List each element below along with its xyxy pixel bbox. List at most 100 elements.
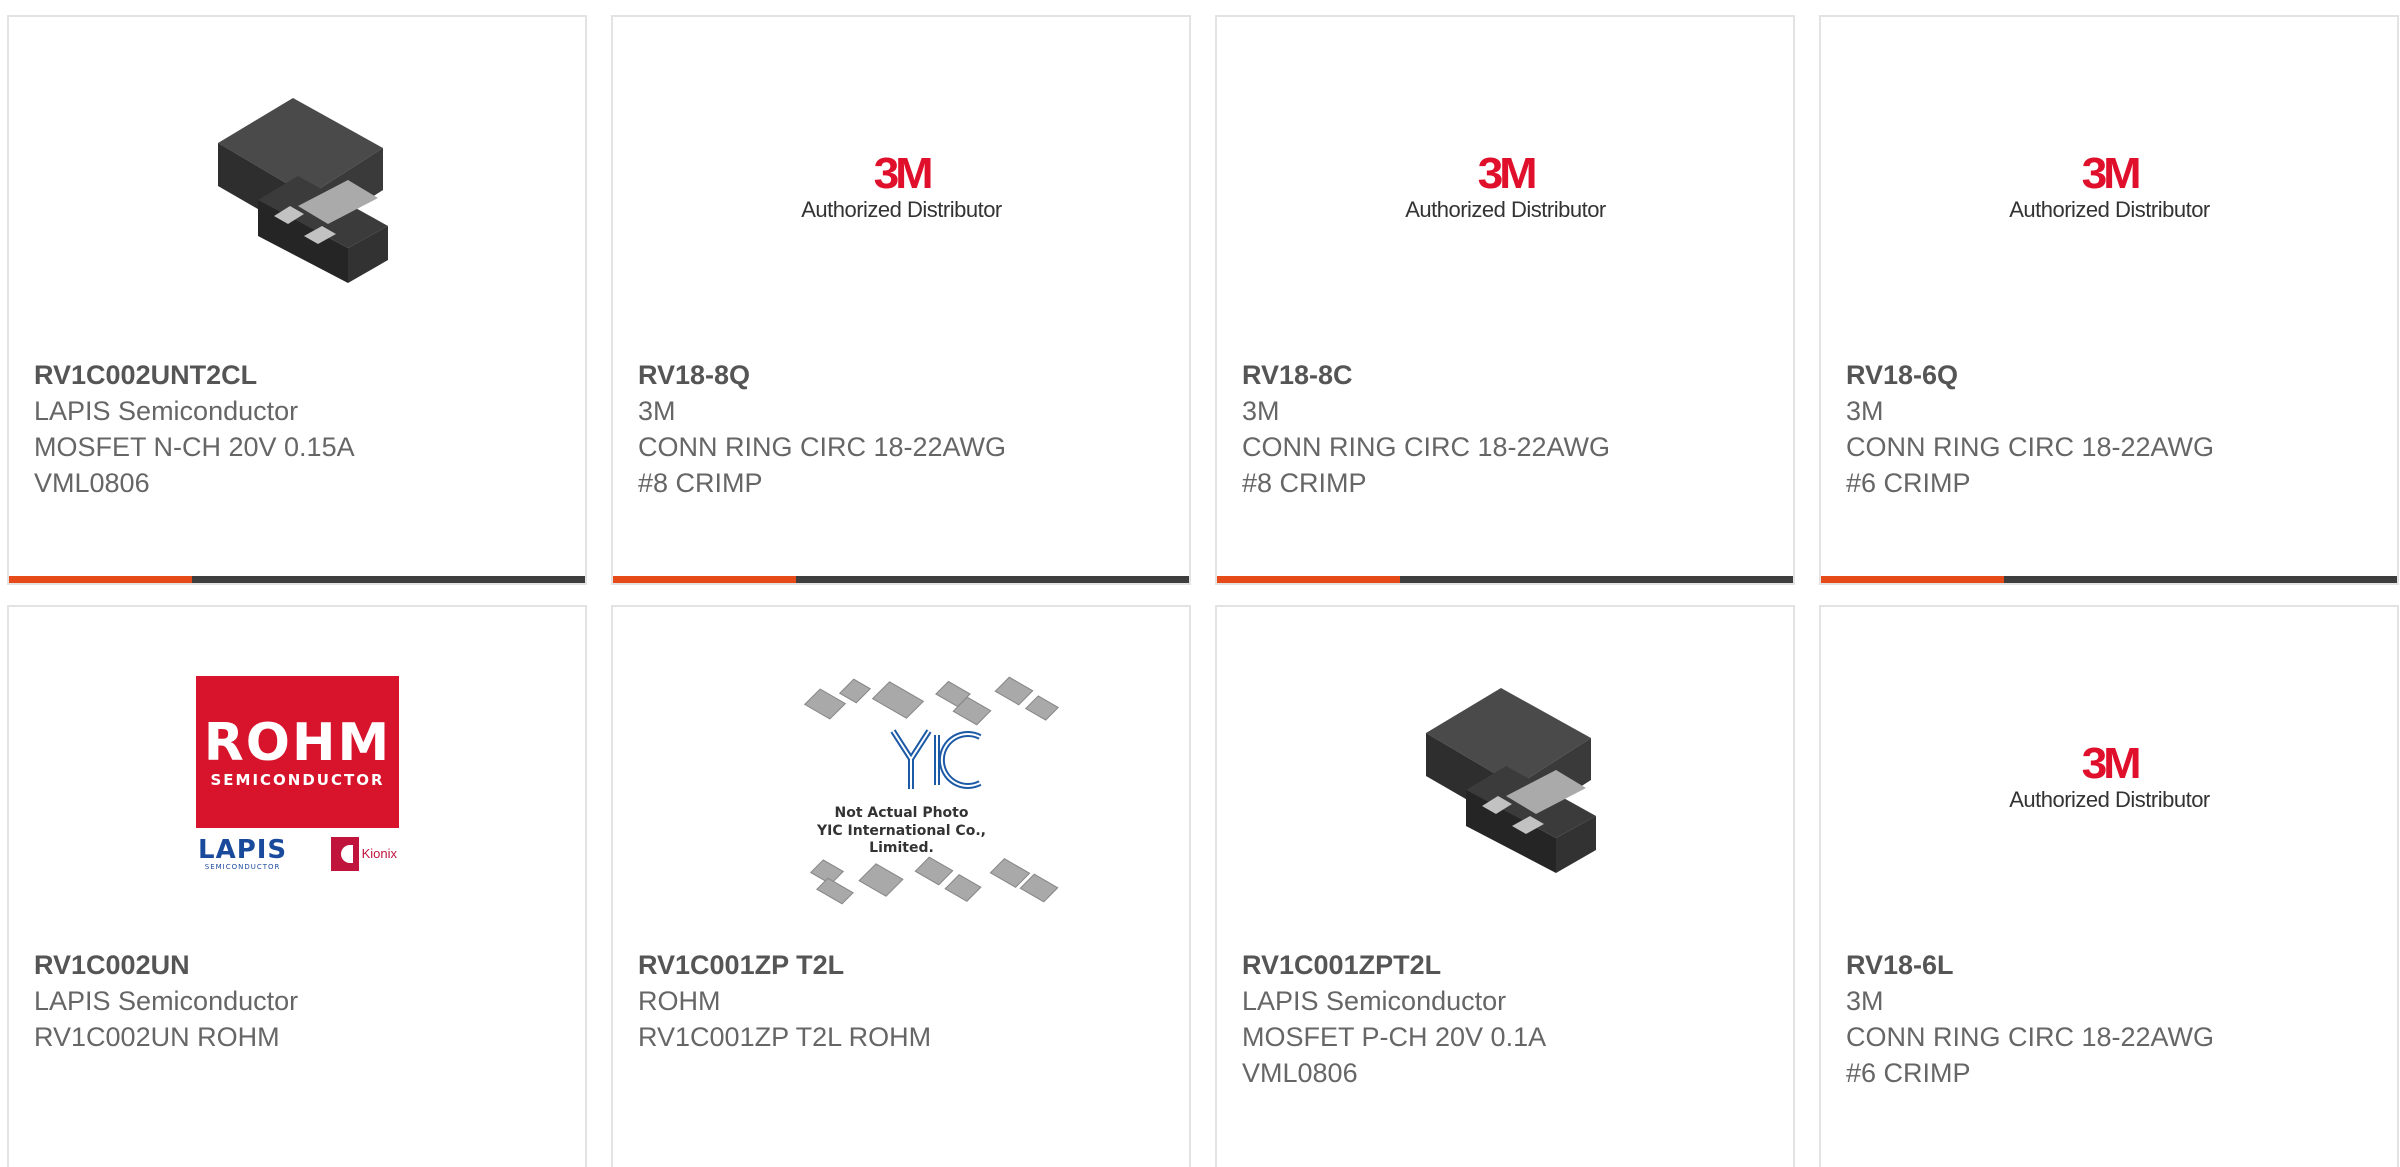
part-number[interactable]: RV18-8C [1242,357,1610,393]
chip-icon [816,877,854,904]
manufacturer: 3M [1846,396,1884,426]
manufacturer: ROHM [638,986,721,1016]
product-info: RV1C001ZPT2L LAPIS Semiconductor MOSFET … [1242,947,1546,1091]
description-line: VML0806 [1242,1058,1358,1088]
part-number[interactable]: RV18-6L [1846,947,2214,983]
lapis-logo: LAPIS SEMICONDUCTOR [198,837,287,871]
chip-icon [871,680,925,719]
product-image[interactable] [196,86,399,289]
product-card[interactable]: 3M Authorized Distributor RV18-8Q 3M CON… [611,15,1191,585]
chip-icon [858,862,904,897]
yic-placeholder: Not Actual Photo YIC International Co., … [800,673,1059,913]
kionix-mark-icon [330,836,359,871]
part-number[interactable]: RV1C002UNT2CL [34,357,355,393]
product-image[interactable]: 3M Authorized Distributor [2008,86,2211,289]
manufacturer: 3M [1242,396,1280,426]
package-photo [217,97,388,283]
rohm-logo: ROHM SEMICONDUCTOR [196,676,399,828]
product-info: RV18-8Q 3M CONN RING CIRC 18-22AWG #8 CR… [638,357,1006,501]
description-line: CONN RING CIRC 18-22AWG [1242,432,1611,462]
part-number[interactable]: RV18-8Q [638,357,1006,393]
manufacturer: 3M [638,396,676,426]
description-line: #6 CRIMP [1846,468,1971,498]
manufacturer: LAPIS Semiconductor [34,986,299,1016]
description-line: CONN RING CIRC 18-22AWG [638,432,1007,462]
card-footer-bar [1217,576,1793,583]
rohm-lapis-kionix-logo: ROHM SEMICONDUCTOR LAPIS SEMICONDUCTOR K… [196,676,399,879]
3m-logo: 3M Authorized Distributor [800,148,1003,224]
description-line: CONN RING CIRC 18-22AWG [1846,1022,2215,1052]
card-footer-bar [1821,576,2397,583]
product-image[interactable]: 3M Authorized Distributor [2008,676,2211,879]
product-card[interactable]: 3M Authorized Distributor RV18-8C 3M CON… [1215,15,1795,585]
card-accent [1821,576,2004,583]
product-card[interactable]: 3M Authorized Distributor RV18-6Q 3M CON… [1819,15,2399,585]
3m-logo-subtitle: Authorized Distributor [2009,786,2210,812]
3m-logo: 3M Authorized Distributor [2008,148,2211,224]
chip-icon [944,873,982,902]
manufacturer: LAPIS Semiconductor [34,396,299,426]
description-line: VML0806 [34,468,150,498]
product-card[interactable]: Not Actual Photo YIC International Co., … [611,605,1191,1167]
lapis-logo-text: LAPIS [198,834,288,865]
description-line: RV1C001ZP T2L ROHM [638,1022,932,1052]
product-card[interactable]: RV1C002UNT2CL LAPIS Semiconductor MOSFET… [7,15,587,585]
placeholder-caption: Not Actual Photo [834,804,969,821]
product-info: RV1C002UN LAPIS Semiconductor RV1C002UN … [34,947,298,1055]
3m-logo-subtitle: Authorized Distributor [1405,196,1606,222]
chip-icon [994,676,1034,705]
3m-logo: 3M Authorized Distributor [2008,738,2211,814]
3m-logo-mark: 3M [873,148,934,198]
product-card[interactable]: 3M Authorized Distributor RV18-6L 3M CON… [1819,605,2399,1167]
chip-icon [839,678,871,703]
card-footer-bar [9,576,585,583]
part-number[interactable]: RV1C001ZP T2L [638,947,931,983]
product-info: RV1C002UNT2CL LAPIS Semiconductor MOSFET… [34,357,355,501]
description-line: #6 CRIMP [1846,1058,1971,1088]
3m-logo-subtitle: Authorized Distributor [2009,196,2210,222]
card-accent [1217,576,1400,583]
product-card[interactable]: RV1C001ZPT2L LAPIS Semiconductor MOSFET … [1215,605,1795,1167]
product-card[interactable]: ROHM SEMICONDUCTOR LAPIS SEMICONDUCTOR K… [7,605,587,1167]
chip-icon [914,856,954,885]
kionix-logo-text: Kionix [361,846,397,861]
part-number[interactable]: RV1C002UN [34,947,298,983]
placeholder-company: YIC International Co., Limited. [817,822,986,856]
card-accent [613,576,796,583]
part-number[interactable]: RV1C001ZPT2L [1242,947,1546,983]
partner-logos: LAPIS SEMICONDUCTOR Kionix [196,828,399,879]
product-grid: RV1C002UNT2CL LAPIS Semiconductor MOSFET… [0,0,2400,1167]
description-line: RV1C002UN ROHM [34,1022,280,1052]
3m-logo-mark: 3M [1477,148,1538,198]
manufacturer: LAPIS Semiconductor [1242,986,1507,1016]
product-image[interactable] [1404,676,1607,879]
3m-logo: 3M Authorized Distributor [1404,148,1607,224]
product-info: RV18-6L 3M CONN RING CIRC 18-22AWG #6 CR… [1846,947,2214,1091]
description-line: CONN RING CIRC 18-22AWG [1846,432,2215,462]
3m-logo-mark: 3M [2081,148,2142,198]
kionix-logo: Kionix [330,836,397,871]
manufacturer: 3M [1846,986,1884,1016]
card-accent [9,576,192,583]
rohm-logo-subtext: SEMICONDUCTOR [210,771,385,789]
description-line: MOSFET N-CH 20V 0.15A [34,432,355,462]
chip-icon [1025,694,1059,721]
rohm-logo-text: ROHM [203,713,392,773]
description-line: #8 CRIMP [638,468,763,498]
product-info: RV18-6Q 3M CONN RING CIRC 18-22AWG #6 CR… [1846,357,2214,501]
3m-logo-mark: 3M [2081,738,2142,788]
card-footer-bar [613,576,1189,583]
lapis-logo-subtext: SEMICONDUCTOR [204,862,281,871]
product-info: RV18-8C 3M CONN RING CIRC 18-22AWG #8 CR… [1242,357,1610,501]
package-photo [1425,687,1596,873]
description-line: #8 CRIMP [1242,468,1367,498]
yic-logo-icon [890,728,982,789]
product-image[interactable]: 3M Authorized Distributor [800,86,1003,289]
product-image[interactable]: ROHM SEMICONDUCTOR LAPIS SEMICONDUCTOR K… [196,676,399,879]
description-line: MOSFET P-CH 20V 0.1A [1242,1022,1547,1052]
product-image[interactable]: Not Actual Photo YIC International Co., … [800,676,1059,904]
part-number[interactable]: RV18-6Q [1846,357,2214,393]
3m-logo-subtitle: Authorized Distributor [801,196,1002,222]
product-image[interactable]: 3M Authorized Distributor [1404,86,1607,289]
product-info: RV1C001ZP T2L ROHM RV1C001ZP T2L ROHM [638,947,931,1055]
